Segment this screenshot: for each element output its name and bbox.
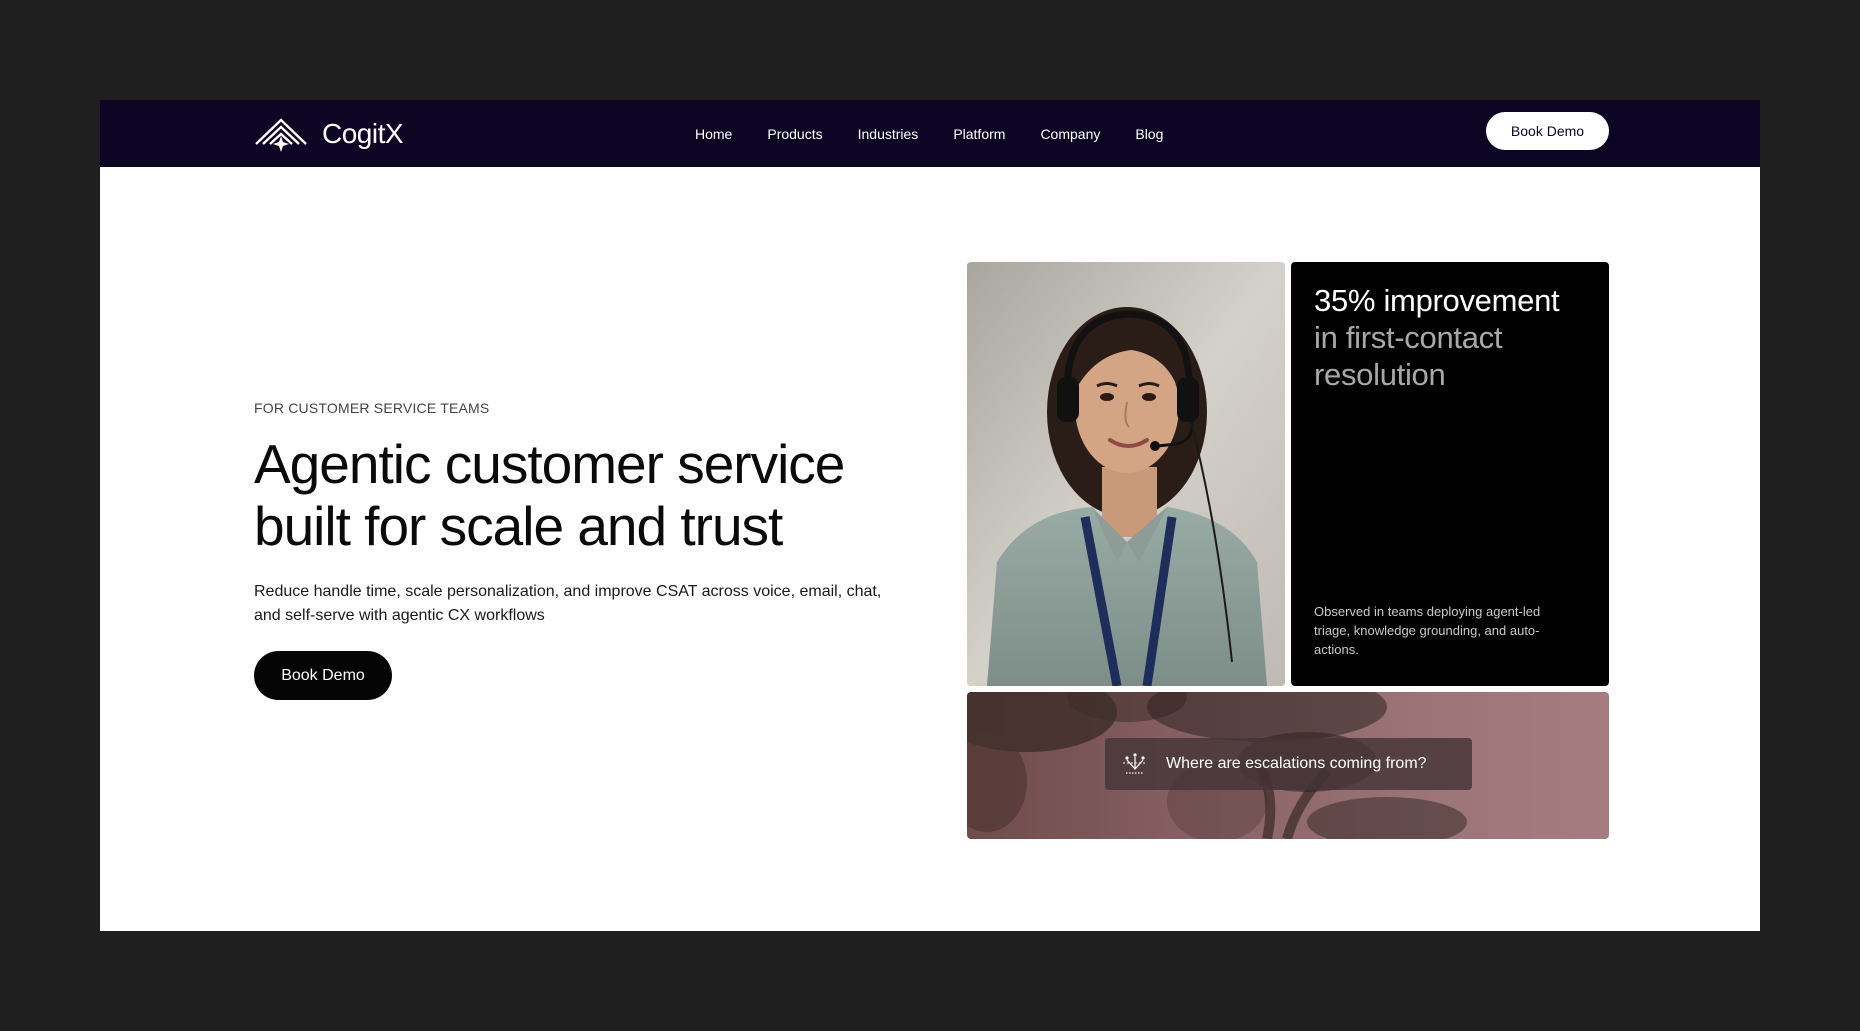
top-nav: CogitX Home Products Industries Platform… [100, 100, 1760, 167]
stat-card: 35% improvement in first-contact resolut… [1291, 262, 1609, 686]
agent-photo [967, 262, 1285, 686]
hero-headline-line2: built for scale and trust [254, 495, 783, 557]
hero-book-demo-button[interactable]: Book Demo [254, 651, 392, 700]
stat-rest-line1: in first-contact [1314, 320, 1503, 355]
mountain-star-logo-icon [255, 118, 307, 152]
nav-item-home[interactable]: Home [695, 126, 732, 142]
hero-subtext: Reduce handle time, scale personalizatio… [254, 583, 882, 624]
nav-item-company[interactable]: Company [1040, 126, 1100, 142]
nav-links: Home Products Industries Platform Compan… [695, 100, 1198, 167]
brand-name: CogitX [322, 118, 404, 149]
nav-item-industries[interactable]: Industries [858, 126, 919, 142]
page-frame: CogitX Home Products Industries Platform… [100, 100, 1760, 931]
hero-eyebrow: FOR CUSTOMER SERVICE TEAMS [254, 400, 490, 416]
query-prompt-button[interactable]: Where are escalations coming from? [1105, 738, 1472, 790]
stat-title: 35% improvement in first-contact resolut… [1314, 282, 1604, 393]
nav-item-platform[interactable]: Platform [953, 126, 1005, 142]
nav-book-demo-button[interactable]: Book Demo [1486, 112, 1609, 150]
stat-rest-line2: resolution [1314, 357, 1446, 392]
nav-item-blog[interactable]: Blog [1135, 126, 1163, 142]
nav-item-products[interactable]: Products [767, 126, 822, 142]
hero-headline: Agentic customer service built for scale… [254, 433, 974, 557]
query-card: Where are escalations coming from? [967, 692, 1609, 839]
agent-portrait-illustration [967, 262, 1285, 686]
query-question: Where are escalations coming from? [1166, 755, 1427, 772]
stat-note: Observed in teams deploying agent-led tr… [1314, 604, 1541, 657]
stat-highlight: 35% improvement [1314, 283, 1560, 318]
node-graph-icon [1123, 753, 1147, 774]
brand-logo[interactable]: CogitX [254, 114, 404, 154]
hero-headline-line1: Agentic customer service [254, 433, 845, 495]
